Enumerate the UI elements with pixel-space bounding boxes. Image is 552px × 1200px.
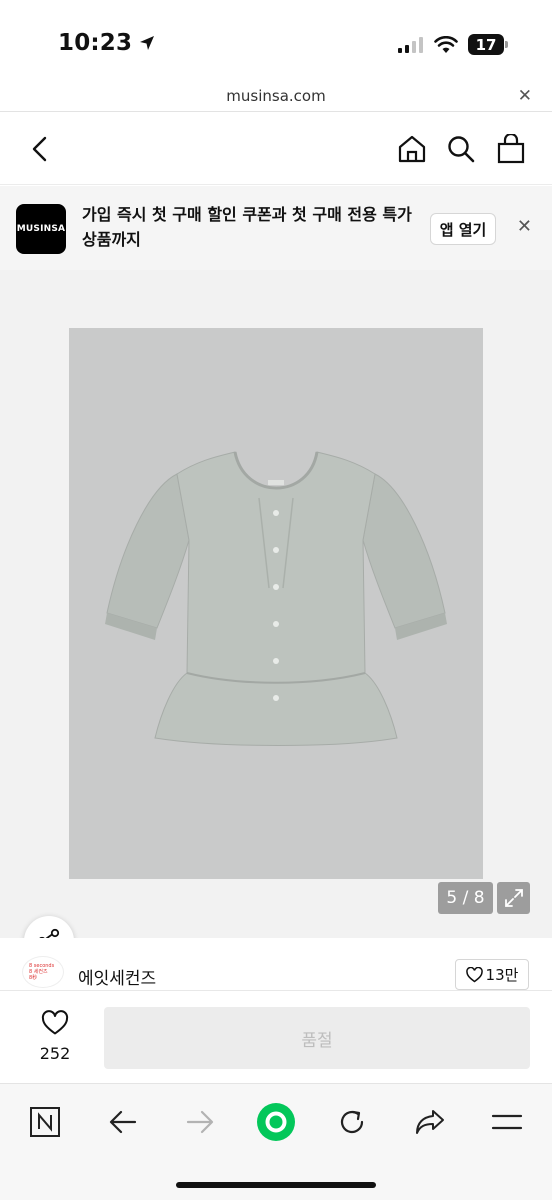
- cellular-signal-icon: [398, 36, 423, 53]
- status-indicators: 17: [398, 34, 508, 55]
- browser-url-bar[interactable]: musinsa.com ✕: [0, 84, 552, 112]
- green-home-button[interactable]: [256, 1102, 296, 1142]
- location-arrow-icon: [140, 36, 155, 50]
- clock: 10:23: [58, 30, 133, 56]
- fullscreen-button[interactable]: [497, 882, 530, 914]
- search-icon: [448, 136, 475, 163]
- share-icon: [416, 1110, 444, 1134]
- wishlist-button[interactable]: 252: [34, 1010, 76, 1063]
- home-icon: [398, 135, 426, 163]
- brand-logo[interactable]: 8 seconds 8 세컨즈 8秒: [22, 956, 64, 988]
- reload-button[interactable]: [332, 1102, 372, 1142]
- app-install-banner: MUSINSA 가입 즉시 첫 구매 할인 쿠폰과 첫 구매 전용 특가 상품까…: [0, 186, 552, 270]
- banner-message: 가입 즉시 첫 구매 할인 쿠폰과 첫 구매 전용 특가 상품까지: [82, 205, 412, 249]
- forward-arrow-icon: [186, 1110, 214, 1134]
- naver-button[interactable]: [25, 1102, 65, 1142]
- image-page-indicator: 5 / 8: [438, 882, 493, 914]
- brand-row: 8 seconds 8 세컨즈 8秒 에잇세컨즈 13만: [0, 938, 552, 991]
- wishlist-count: 252: [39, 1044, 71, 1063]
- battery-icon: 17: [468, 34, 508, 55]
- home-indicator: [176, 1182, 376, 1188]
- purchase-bar: 252 품절: [0, 992, 552, 1082]
- status-bar: 10:23 17: [0, 0, 552, 84]
- brand-like-count: 13만: [485, 966, 519, 984]
- site-header: [0, 113, 552, 185]
- open-app-button[interactable]: 앱 열기: [430, 213, 496, 245]
- blouse-image: [105, 451, 447, 746]
- brand-logo-line: 8秒: [29, 975, 38, 981]
- url-text[interactable]: musinsa.com: [0, 87, 552, 105]
- product-image[interactable]: [69, 328, 483, 879]
- heart-icon: [465, 966, 483, 982]
- browser-toolbar: [0, 1083, 552, 1200]
- cart-button[interactable]: [493, 131, 529, 167]
- share-page-button[interactable]: [410, 1102, 450, 1142]
- search-button[interactable]: [443, 131, 479, 167]
- sold-out-button[interactable]: 품절: [104, 1007, 530, 1069]
- close-icon[interactable]: ✕: [517, 216, 532, 237]
- wifi-icon: [434, 35, 458, 53]
- back-nav-button[interactable]: [103, 1102, 143, 1142]
- heart-icon: [41, 1010, 69, 1035]
- status-time: 10:23: [58, 30, 156, 56]
- musinsa-logo: MUSINSA: [16, 204, 66, 254]
- brand-name[interactable]: 에잇세컨즈: [78, 964, 156, 989]
- bag-icon: [497, 134, 525, 164]
- reload-icon: [340, 1110, 364, 1134]
- chevron-left-icon: [32, 136, 47, 162]
- forward-nav-button[interactable]: [180, 1102, 220, 1142]
- menu-icon: [491, 1114, 523, 1130]
- menu-button[interactable]: [487, 1102, 527, 1142]
- close-icon[interactable]: ✕: [518, 86, 532, 106]
- expand-icon: [504, 889, 523, 907]
- battery-level: 17: [475, 35, 497, 54]
- brand-like-button[interactable]: 13만: [455, 959, 529, 990]
- home-button[interactable]: [394, 131, 430, 167]
- product-gallery[interactable]: 5 / 8: [0, 270, 552, 966]
- back-button[interactable]: [22, 131, 58, 167]
- back-arrow-icon: [109, 1110, 137, 1134]
- green-home-icon: [257, 1103, 295, 1141]
- naver-icon: [30, 1107, 60, 1137]
